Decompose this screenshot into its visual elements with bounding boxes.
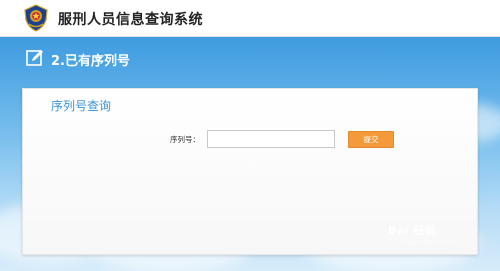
submit-button[interactable]: 提交 (348, 131, 394, 148)
edit-icon (26, 50, 43, 66)
top-bar: 服刑人员信息查询系统 (0, 0, 500, 37)
serial-number-label: 序列号： (170, 135, 200, 144)
panel-title: 序列号查询 (51, 99, 112, 113)
serial-number-input[interactable] (207, 130, 335, 148)
watermark-logo: Bai 经验 (388, 224, 437, 237)
section-title: 2.已有序列号 (51, 54, 130, 69)
watermark-url: jingyan.baidu.com (400, 239, 456, 246)
police-emblem-icon (24, 4, 48, 32)
section-header: 2.已有序列号 (0, 37, 500, 83)
app-title: 服刑人员信息查询系统 (58, 12, 203, 28)
